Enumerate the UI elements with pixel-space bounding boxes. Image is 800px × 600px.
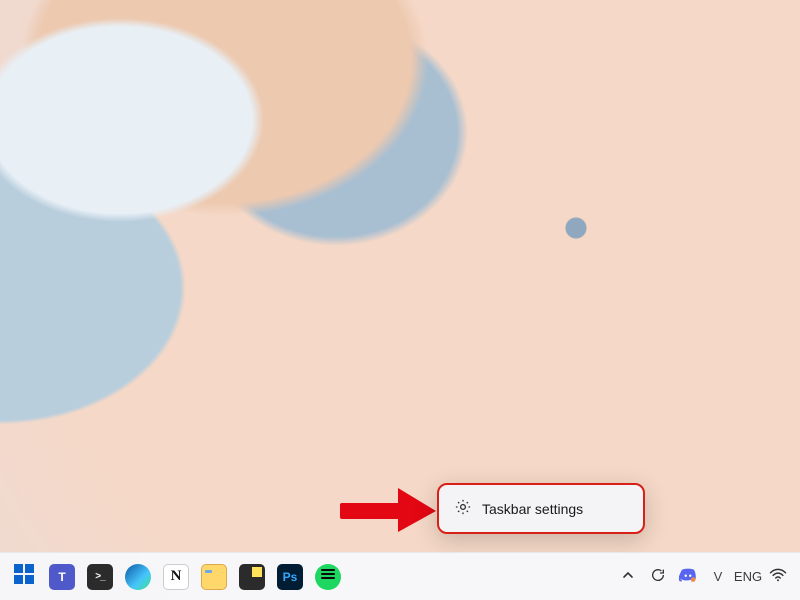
sticky-notes-icon [239, 564, 265, 590]
tray-icon-vpn[interactable]: V [706, 561, 730, 593]
sync-icon [650, 567, 666, 586]
tray-icon-sync[interactable] [646, 561, 670, 593]
discord-icon [679, 568, 697, 585]
context-item-label: Taskbar settings [482, 501, 583, 517]
taskbar-app-spotify[interactable] [312, 561, 344, 593]
taskbar-app-terminal[interactable] [84, 561, 116, 593]
terminal-icon [87, 564, 113, 590]
taskbar-app-photoshop[interactable]: Ps [274, 561, 306, 593]
file-explorer-icon [201, 564, 227, 590]
context-item-taskbar-settings[interactable]: Taskbar settings [444, 490, 638, 527]
chevron-up-icon [622, 569, 634, 584]
taskbar-app-file-explorer[interactable] [198, 561, 230, 593]
taskbar-pinned-apps: N Ps [8, 561, 344, 593]
photoshop-icon: Ps [277, 564, 303, 590]
taskbar-context-menu: Taskbar settings [437, 483, 645, 534]
system-tray: V ENG [616, 561, 790, 593]
edge-icon [125, 564, 151, 590]
language-label: ENG [734, 569, 762, 584]
taskbar-app-sticky-notes[interactable] [236, 561, 268, 593]
taskbar-app-teams[interactable] [46, 561, 78, 593]
start-button[interactable] [8, 561, 40, 593]
gear-icon [454, 498, 472, 519]
language-indicator[interactable]: ENG [736, 561, 760, 593]
notion-icon: N [163, 564, 189, 590]
taskbar-app-edge[interactable] [122, 561, 154, 593]
wifi-icon [769, 568, 787, 585]
v-icon: V [714, 569, 723, 584]
tray-icon-discord[interactable] [676, 561, 700, 593]
network-button[interactable] [766, 561, 790, 593]
teams-icon [49, 564, 75, 590]
windows-icon [12, 562, 36, 591]
spotify-icon [315, 564, 341, 590]
taskbar-app-notion[interactable]: N [160, 561, 192, 593]
tray-overflow-button[interactable] [616, 561, 640, 593]
taskbar[interactable]: N Ps [0, 552, 800, 600]
annotation-arrow [340, 488, 436, 532]
